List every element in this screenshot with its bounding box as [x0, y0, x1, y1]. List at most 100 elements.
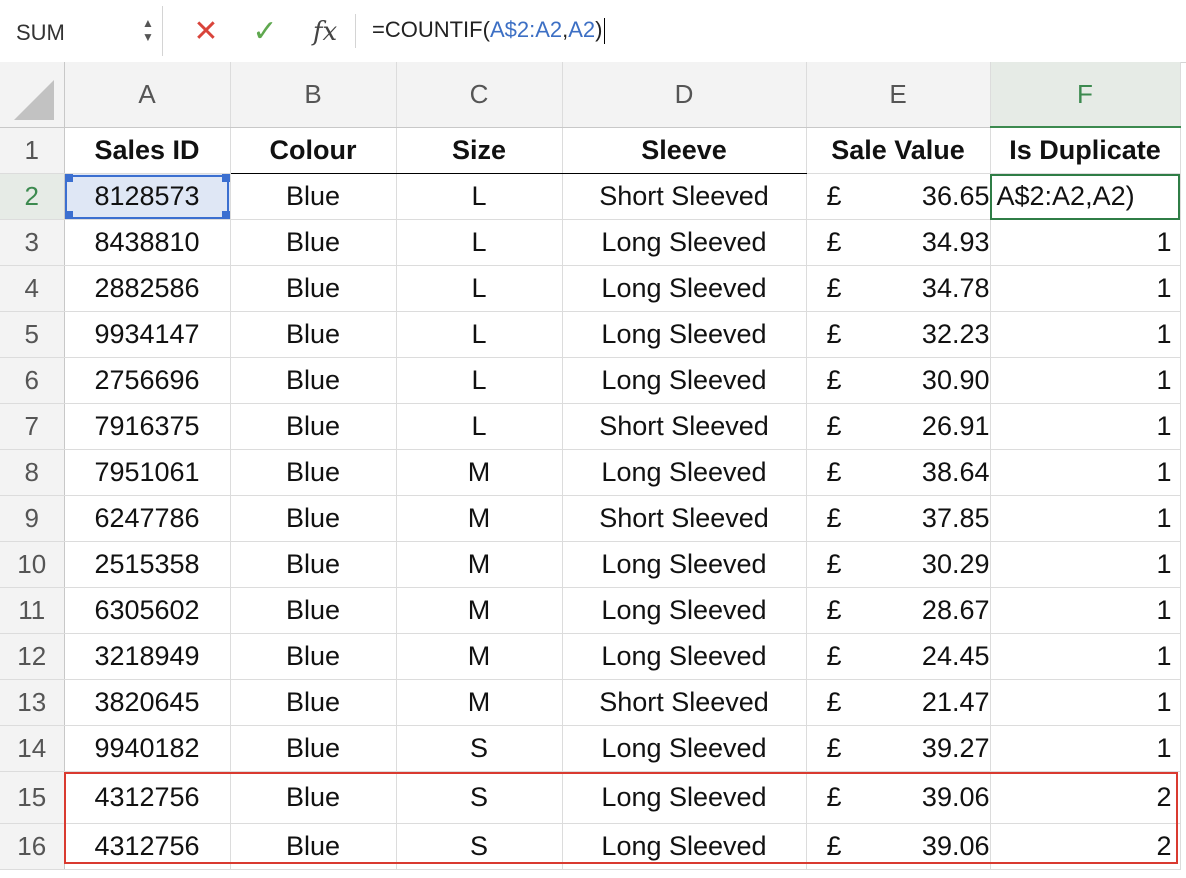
cell-size[interactable]: S — [396, 823, 563, 870]
cell-is-duplicate[interactable]: 2 — [990, 823, 1181, 870]
cell-sales-id[interactable]: 7916375 — [64, 403, 231, 450]
column-header-f[interactable]: F — [990, 62, 1181, 128]
cell-sleeve[interactable]: Short Sleeved — [562, 403, 807, 450]
insert-function-fx-icon[interactable]: fx — [305, 12, 345, 52]
cell-sleeve[interactable]: Long Sleeved — [562, 357, 807, 404]
range-handle[interactable] — [221, 174, 229, 182]
cell-size[interactable]: M — [396, 679, 563, 726]
row-header[interactable]: 11 — [0, 587, 65, 634]
cell-sales-id[interactable]: 9934147 — [64, 311, 231, 358]
header-cell-is-duplicate[interactable]: Is Duplicate — [990, 127, 1181, 174]
row-header[interactable]: 4 — [0, 265, 65, 312]
cell-sleeve[interactable]: Long Sleeved — [562, 311, 807, 358]
cell-sale-value[interactable]: £39.06 — [806, 823, 991, 870]
cell-is-duplicate[interactable]: 1 — [990, 403, 1181, 450]
cell-sale-value[interactable]: £37.85 — [806, 495, 991, 542]
row-header[interactable]: 12 — [0, 633, 65, 680]
cell-colour[interactable]: Blue — [230, 357, 397, 404]
cell-sleeve[interactable]: Long Sleeved — [562, 771, 807, 824]
cell-size[interactable]: M — [396, 587, 563, 634]
cell-sale-value[interactable]: £32.23 — [806, 311, 991, 358]
cell-sales-id[interactable]: 7951061 — [64, 449, 231, 496]
cell-colour[interactable]: Blue — [230, 771, 397, 824]
cell-size[interactable]: M — [396, 495, 563, 542]
cell-size[interactable]: L — [396, 357, 563, 404]
cell-colour[interactable]: Blue — [230, 219, 397, 266]
cell-colour[interactable]: Blue — [230, 679, 397, 726]
range-handle[interactable] — [64, 211, 73, 219]
column-header-a[interactable]: A — [64, 62, 231, 128]
formula-input[interactable]: =COUNTIF(A$2:A2,A2) — [372, 17, 605, 45]
cell-size[interactable]: M — [396, 449, 563, 496]
range-handle[interactable] — [221, 211, 229, 219]
cell-colour[interactable]: Blue — [230, 403, 397, 450]
cell-sales-id[interactable]: 3820645 — [64, 679, 231, 726]
cell-sale-value[interactable]: £30.29 — [806, 541, 991, 588]
cell-sales-id[interactable]: 6247786 — [64, 495, 231, 542]
cell-size[interactable]: L — [396, 265, 563, 312]
row-header[interactable]: 15 — [0, 771, 65, 824]
cell-size[interactable]: S — [396, 725, 563, 772]
row-header[interactable]: 10 — [0, 541, 65, 588]
header-cell-sale-value[interactable]: Sale Value — [806, 127, 991, 174]
cell-is-duplicate[interactable]: 1 — [990, 265, 1181, 312]
header-cell-size[interactable]: Size — [396, 127, 563, 174]
cell-sleeve[interactable]: Long Sleeved — [562, 587, 807, 634]
cell-sleeve[interactable]: Long Sleeved — [562, 219, 807, 266]
cell-size[interactable]: L — [396, 219, 563, 266]
cell-sleeve[interactable]: Long Sleeved — [562, 823, 807, 870]
cell-colour[interactable]: Blue — [230, 633, 397, 680]
row-header[interactable]: 14 — [0, 725, 65, 772]
cell-sleeve[interactable]: Short Sleeved — [562, 173, 807, 220]
cell-is-duplicate[interactable]: 1 — [990, 219, 1181, 266]
cell-size[interactable]: M — [396, 633, 563, 680]
cell-size[interactable]: L — [396, 403, 563, 450]
cell-size[interactable]: S — [396, 771, 563, 824]
cell-sale-value[interactable]: £36.65 — [806, 173, 991, 220]
cell-is-duplicate[interactable]: 1 — [990, 311, 1181, 358]
row-header[interactable]: 8 — [0, 449, 65, 496]
cell-is-duplicate[interactable]: 1 — [990, 541, 1181, 588]
cell-is-duplicate[interactable]: 1 — [990, 679, 1181, 726]
cell-is-duplicate[interactable]: 1 — [990, 587, 1181, 634]
cell-size[interactable]: L — [396, 311, 563, 358]
cell-sale-value[interactable]: £34.93 — [806, 219, 991, 266]
cell-sleeve[interactable]: Long Sleeved — [562, 541, 807, 588]
cell-sale-value[interactable]: £26.91 — [806, 403, 991, 450]
cell-colour[interactable]: Blue — [230, 541, 397, 588]
header-cell-colour[interactable]: Colour — [230, 127, 397, 174]
column-header-b[interactable]: B — [230, 62, 397, 128]
select-all-corner[interactable] — [0, 62, 65, 128]
header-cell-sales-id[interactable]: Sales ID — [64, 127, 231, 174]
cell-sales-id[interactable]: 2515358 — [64, 541, 231, 588]
cell-is-duplicate-editing[interactable]: A$2:A2,A2) — [990, 173, 1181, 220]
cell-sale-value[interactable]: £39.27 — [806, 725, 991, 772]
range-handle[interactable] — [64, 174, 73, 182]
row-header[interactable]: 5 — [0, 311, 65, 358]
header-cell-sleeve[interactable]: Sleeve — [562, 127, 807, 174]
column-header-e[interactable]: E — [806, 62, 991, 128]
cell-is-duplicate[interactable]: 1 — [990, 495, 1181, 542]
cell-sale-value[interactable]: £38.64 — [806, 449, 991, 496]
row-header[interactable]: 6 — [0, 357, 65, 404]
name-box[interactable]: SUM ▲ ▼ — [0, 6, 163, 56]
cell-sales-id[interactable]: 2882586 — [64, 265, 231, 312]
cell-colour[interactable]: Blue — [230, 173, 397, 220]
cell-sleeve[interactable]: Long Sleeved — [562, 265, 807, 312]
cell-sale-value[interactable]: £28.67 — [806, 587, 991, 634]
cell-sales-id[interactable]: 6305602 — [64, 587, 231, 634]
cell-sales-id[interactable]: 4312756 — [64, 823, 231, 870]
cell-sleeve[interactable]: Long Sleeved — [562, 633, 807, 680]
name-box-stepper-icon[interactable]: ▲ ▼ — [140, 16, 156, 46]
column-header-d[interactable]: D — [562, 62, 807, 128]
cell-sleeve[interactable]: Short Sleeved — [562, 495, 807, 542]
cell-sales-id[interactable]: 4312756 — [64, 771, 231, 824]
cell-is-duplicate[interactable]: 1 — [990, 633, 1181, 680]
row-header[interactable]: 7 — [0, 403, 65, 450]
cell-sale-value[interactable]: £39.06 — [806, 771, 991, 824]
column-header-c[interactable]: C — [396, 62, 563, 128]
cell-sleeve[interactable]: Short Sleeved — [562, 679, 807, 726]
row-header-2[interactable]: 2 — [0, 173, 65, 220]
cell-sales-id[interactable]: 9940182 — [64, 725, 231, 772]
cell-size[interactable]: L — [396, 173, 563, 220]
